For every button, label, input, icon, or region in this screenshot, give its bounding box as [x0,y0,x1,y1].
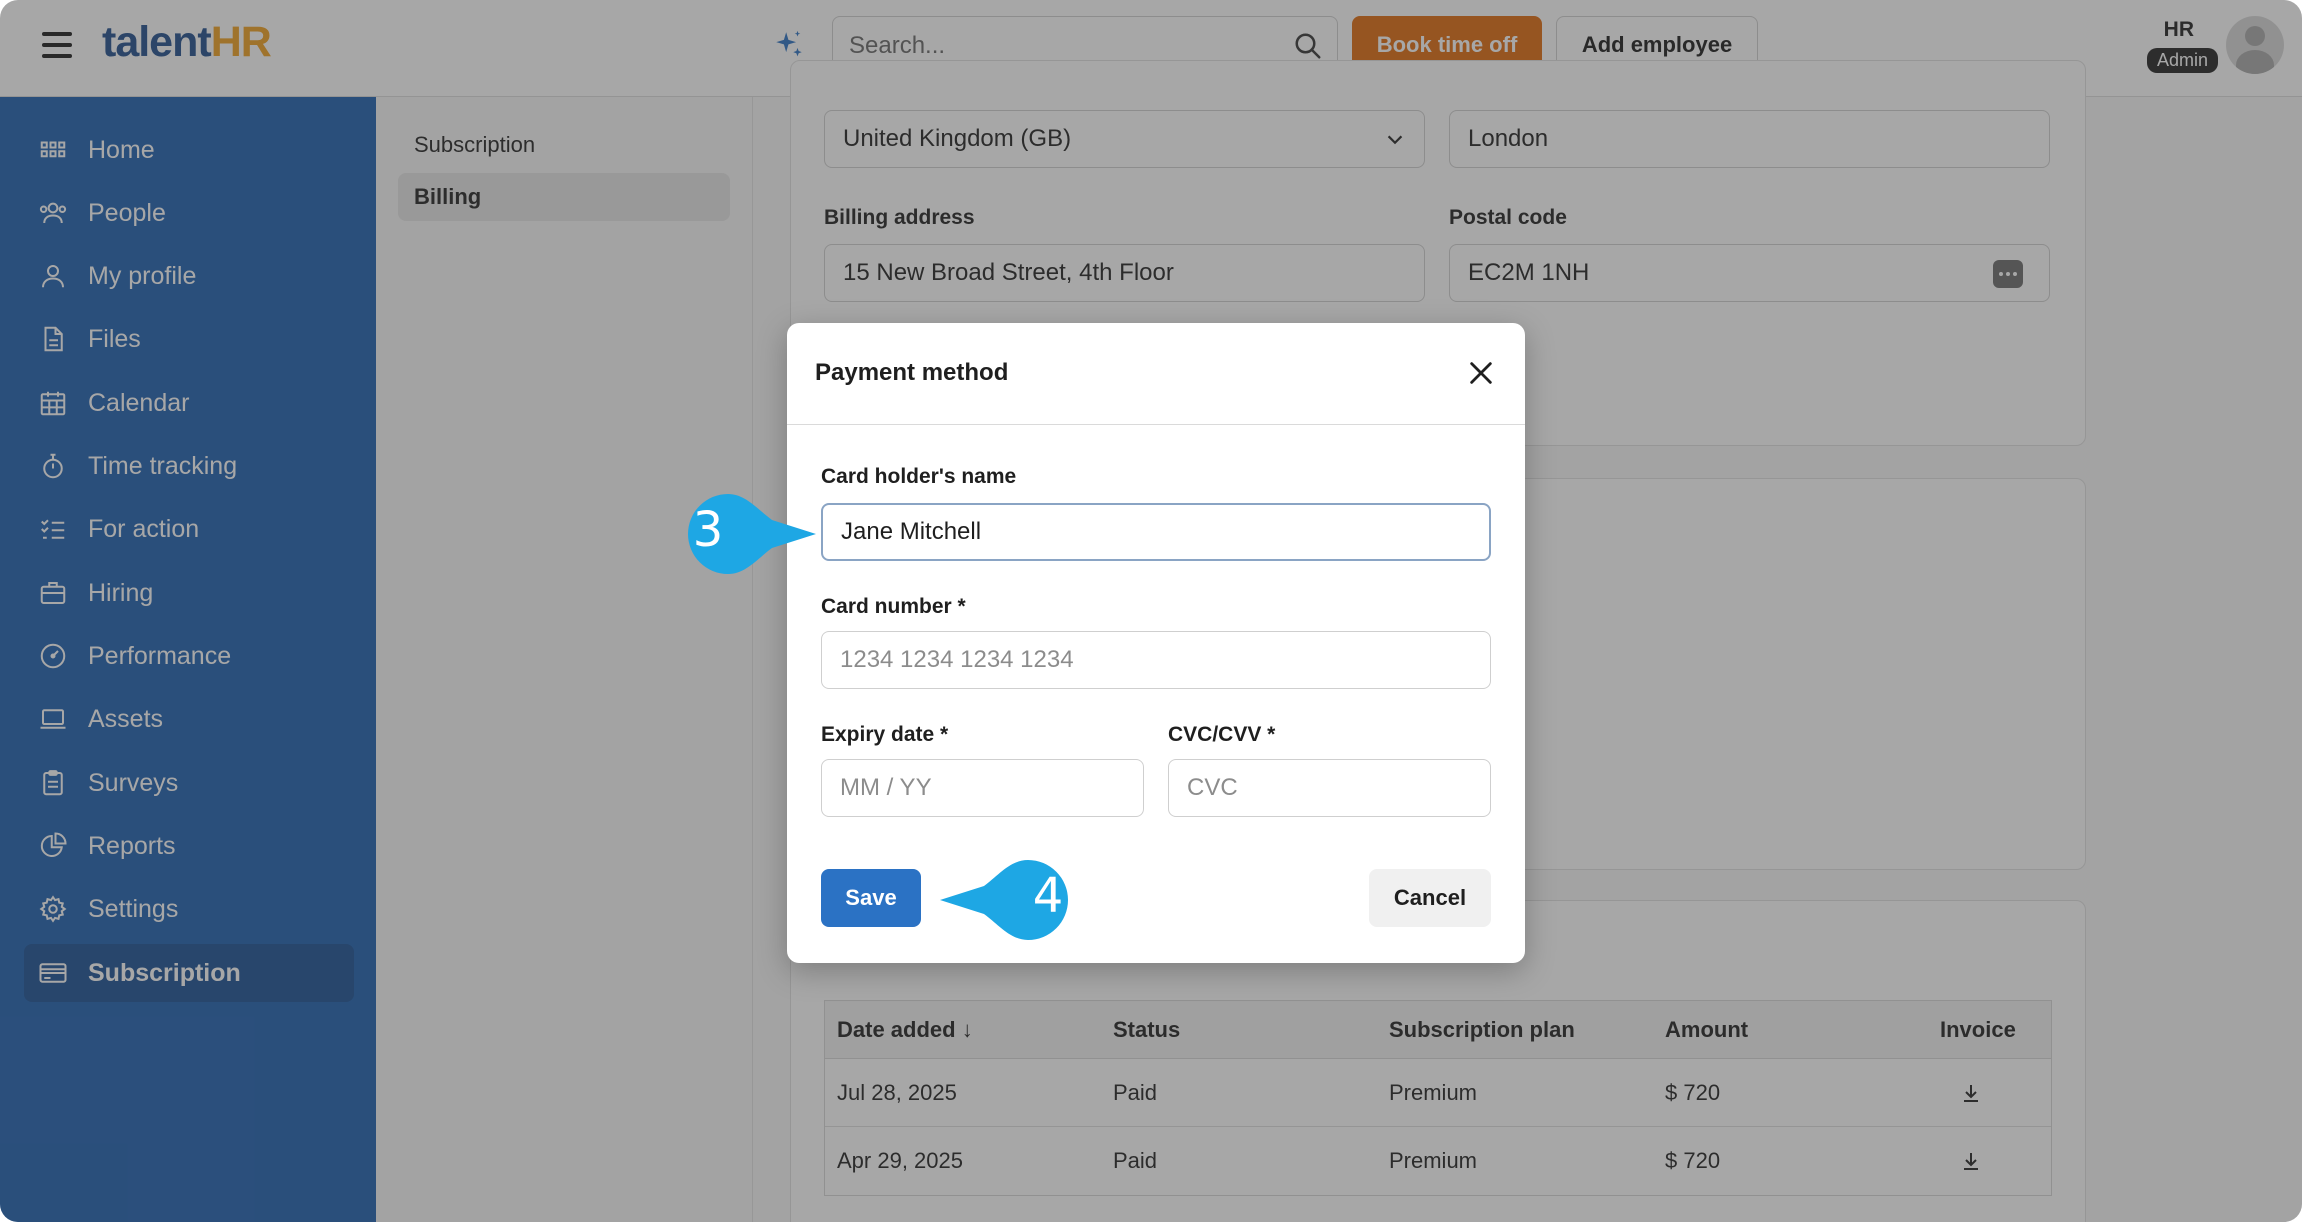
cvc-input[interactable] [1168,759,1491,817]
expiry-date-input[interactable] [821,759,1144,817]
payment-method-modal: Payment method Card holder's name Card n… [787,323,1525,963]
card-holder-label: Card holder's name [821,465,1017,488]
modal-divider [787,424,1525,425]
step-callout-3: 3 [688,494,816,574]
card-number-label: Card number * [821,595,966,618]
app-window: talentHR Book time off Add employee HR A… [0,0,2302,1222]
card-number-input[interactable] [821,631,1491,689]
step-callout-4: 4 [940,860,1068,940]
cvc-label: CVC/CVV * [1168,723,1276,746]
close-icon[interactable] [1467,359,1495,387]
card-holder-input[interactable] [821,503,1491,561]
expiry-date-label: Expiry date * [821,723,949,746]
step-number: 4 [1032,868,1064,924]
modal-title: Payment method [815,359,1009,386]
save-button[interactable]: Save [821,869,921,927]
step-number: 3 [692,502,724,558]
cancel-button[interactable]: Cancel [1369,869,1491,927]
